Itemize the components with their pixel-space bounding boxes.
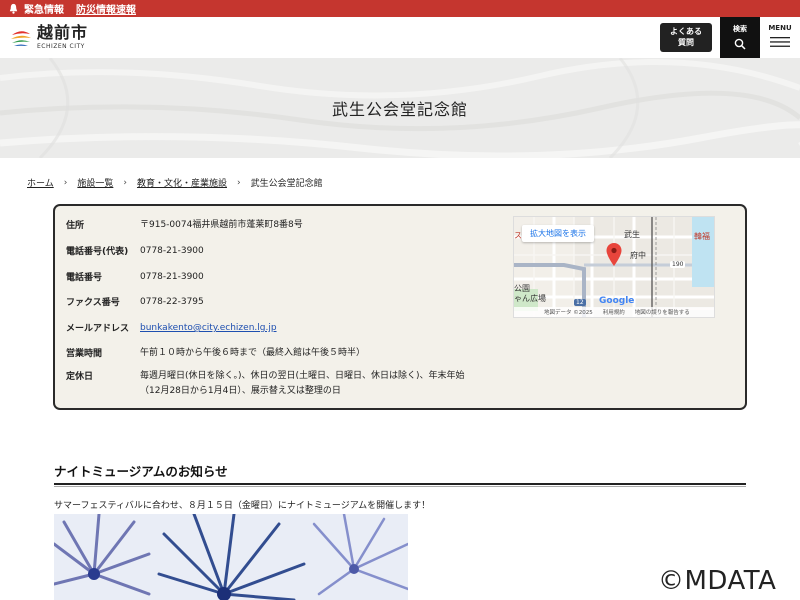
info-row-fax: ファクス番号 0778-22-3795: [66, 295, 470, 310]
page-title: 武生公会堂記念館: [331, 100, 468, 119]
section-heading: ナイトミュージアムのお知らせ: [54, 464, 228, 479]
map-label-su: ス: [514, 231, 522, 240]
map-footer: 地図データ ©2025 利用規約 地図の誤りを報告する: [514, 307, 714, 317]
google-logo: Google: [599, 296, 634, 306]
info-value: 0778-21-3900: [140, 272, 204, 282]
logo-title: 越前市: [37, 23, 89, 42]
night-museum-fireworks-image: [54, 514, 408, 600]
search-button[interactable]: 検索: [720, 17, 760, 58]
search-label: 検索: [733, 25, 747, 33]
info-value: 毎週月曜日(休日を除く。)、休日の翌日(土曜日、日曜日、休日は除く)、年末年始（…: [140, 371, 465, 396]
section-divider-thin: [54, 486, 746, 487]
info-value: 〒915-0074福井県越前市蓬莱町8番8号: [140, 220, 303, 230]
info-key: メールアドレス: [66, 324, 130, 334]
disaster-info-link[interactable]: 防災情報速報: [76, 1, 136, 16]
info-key: 定休日: [66, 372, 94, 382]
info-value: 0778-21-3900: [140, 246, 204, 256]
map-report-link[interactable]: 地図の誤りを報告する: [635, 308, 690, 316]
info-key: 電話番号: [66, 273, 103, 283]
google-wordmark: Google: [599, 296, 635, 306]
info-row-phone: 電話番号 0778-21-3900: [66, 270, 470, 285]
logo-subtitle: ECHIZEN CITY: [37, 43, 85, 50]
breadcrumb-chevron-icon: ›: [236, 177, 241, 188]
info-key: ファクス番号: [66, 298, 120, 308]
breadcrumb-category[interactable]: 教育・文化・産業施設: [137, 176, 227, 189]
info-key: 住所: [66, 221, 85, 231]
page-title-banner: 武生公会堂記念館: [0, 58, 800, 158]
info-row-address: 住所 〒915-0074福井県越前市蓬莱町8番8号: [66, 218, 470, 233]
watermark-text: ©MDATA: [658, 566, 777, 596]
faq-label-line1: よくある: [670, 27, 702, 36]
info-value: 0778-22-3795: [140, 297, 204, 307]
map-label-takefu: 武生: [624, 230, 640, 239]
map-label-kanpuku: 韓福: [694, 232, 710, 241]
city-emblem-icon: [11, 30, 31, 46]
emergency-label: 緊急情報: [24, 5, 64, 16]
emergency-bar: 緊急情報 防災情報速報: [0, 0, 800, 17]
search-icon: [734, 38, 746, 50]
menu-button[interactable]: MENU: [760, 17, 800, 58]
fireworks-illustration: [54, 514, 408, 600]
info-key: 営業時間: [66, 349, 103, 359]
breadcrumb-chevron-icon: ›: [123, 177, 127, 188]
section-divider: [54, 483, 746, 485]
embedded-map[interactable]: 拡大地図を表示 武生 府中 韓福 190 12 公園 ゃん広場 ス Google…: [513, 216, 715, 318]
breadcrumb-facilities[interactable]: 施設一覧: [77, 176, 113, 189]
map-label-route190: 190: [670, 261, 686, 268]
info-row-hours: 営業時間 午前１０時から午後６時まで（最終入館は午後５時半）: [66, 346, 470, 361]
map-label-fuchu: 府中: [630, 251, 646, 260]
info-row-email: メールアドレス bunkakento@city.echizen.lg.jp: [66, 321, 470, 336]
map-label-route12: 12: [574, 299, 586, 306]
faq-button[interactable]: よくある 質問: [660, 23, 712, 52]
breadcrumb-home[interactable]: ホーム: [27, 176, 54, 189]
breadcrumb: ホーム › 施設一覧 › 教育・文化・産業施設 › 武生公会堂記念館: [27, 176, 323, 190]
menu-label: MENU: [768, 24, 792, 32]
breadcrumb-chevron-icon: ›: [63, 177, 68, 188]
map-terms-link[interactable]: 利用規約: [603, 308, 625, 316]
facility-info-card: 住所 〒915-0074福井県越前市蓬莱町8番8号 電話番号(代表) 0778-…: [53, 204, 747, 410]
map-data-credit: 地図データ ©2025: [544, 310, 593, 316]
info-row-closed: 定休日 毎週月曜日(休日を除く。)、休日の翌日(土曜日、日曜日、休日は除く)、年…: [66, 369, 470, 399]
faq-label-line2: 質問: [678, 38, 694, 47]
info-value: 午前１０時から午後６時まで（最終入館は午後５時半）: [140, 348, 366, 358]
section-body-text: サマーフェスティバルに合わせ、８月１５日（金曜日）にナイトミュージアムを開催しま…: [54, 501, 431, 511]
site-header: 越前市 ECHIZEN CITY よくある 質問 検索 MENU: [0, 17, 800, 58]
site-logo[interactable]: 越前市 ECHIZEN CITY: [10, 25, 88, 50]
enlarge-map-button[interactable]: 拡大地図を表示: [522, 225, 594, 242]
hamburger-icon: [770, 37, 790, 47]
bell-icon: [9, 3, 18, 14]
map-label-park2: ゃん広場: [514, 294, 546, 303]
map-pin-icon: [606, 243, 622, 266]
email-link[interactable]: bunkakento@city.echizen.lg.jp: [140, 321, 470, 336]
info-row-phone-main: 電話番号(代表) 0778-21-3900: [66, 244, 470, 259]
info-key: 電話番号(代表): [66, 247, 129, 257]
breadcrumb-current: 武生公会堂記念館: [250, 179, 323, 189]
